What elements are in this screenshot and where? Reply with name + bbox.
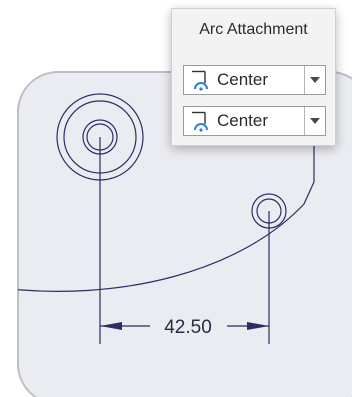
arc-attachment-popup: Arc Attachment Center Center <box>171 8 336 146</box>
chevron-down-icon <box>310 118 320 124</box>
popup-title: Arc Attachment <box>199 21 308 38</box>
arc-center-attachment-icon <box>192 70 208 91</box>
chevron-down-icon <box>310 77 320 83</box>
arc-attachment-select-1[interactable]: Center <box>183 65 326 95</box>
dimension-value-label[interactable]: 42.50 <box>164 317 212 338</box>
select-value-area[interactable]: Center <box>184 107 304 135</box>
dropdown-toggle[interactable] <box>304 66 325 94</box>
drawing-viewport: 42.50 Arc Attachment Center Center <box>0 0 352 397</box>
select-value: Center <box>217 70 269 89</box>
select-value: Center <box>217 111 269 130</box>
arc-attachment-select-2[interactable]: Center <box>183 106 326 136</box>
select-value-area[interactable]: Center <box>184 66 304 94</box>
dropdown-toggle[interactable] <box>304 107 325 135</box>
arc-center-attachment-icon <box>192 111 208 132</box>
